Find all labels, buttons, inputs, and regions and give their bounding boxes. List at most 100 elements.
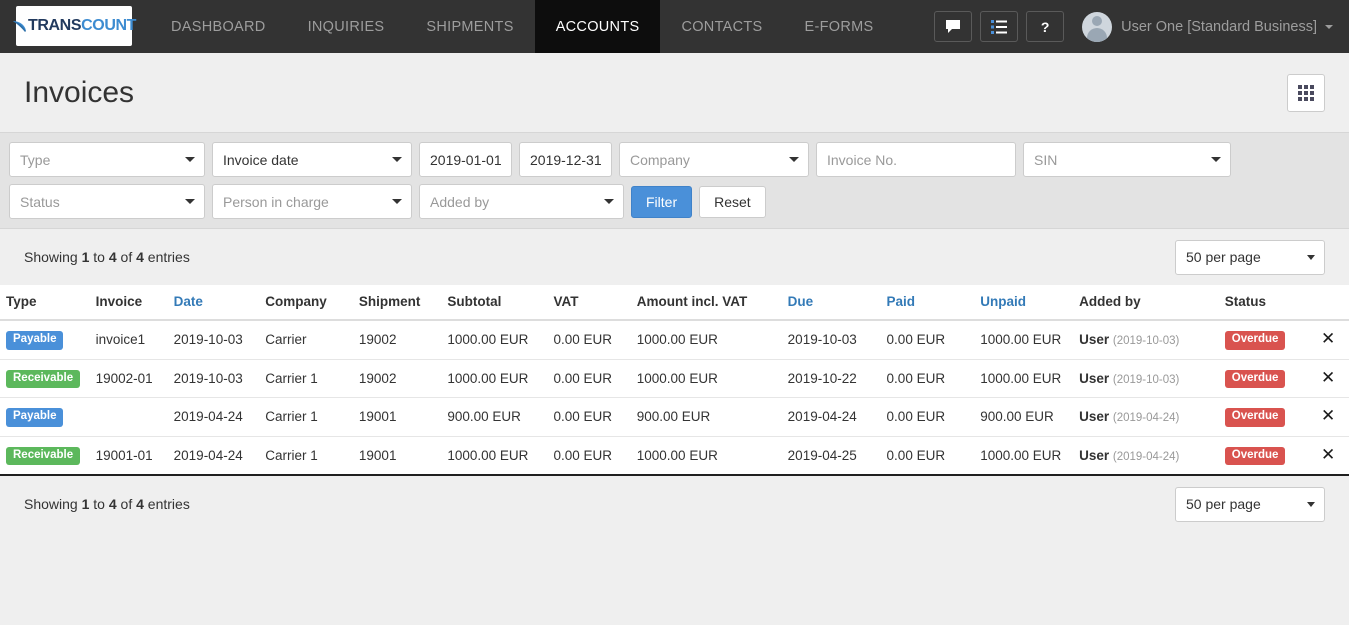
cell-added-by: User (2019-04-24) <box>1073 435 1219 474</box>
cell-type: Payable <box>0 320 90 359</box>
column-header-due[interactable]: Due <box>781 285 881 321</box>
added-by-date: (2019-04-24) <box>1112 412 1180 425</box>
showing-suffix: entries <box>143 249 190 265</box>
cell-due: 2019-10-03 <box>787 332 857 348</box>
sin-select[interactable]: SIN <box>1023 142 1231 177</box>
cell-actions: ✕ <box>1307 435 1349 474</box>
nav-item-accounts[interactable]: ACCOUNTS <box>534 0 661 53</box>
cell-status: Overdue <box>1218 435 1308 474</box>
company-select-value: Company <box>630 151 690 168</box>
table-row[interactable]: Payable invoice1 2019-10-03 Carrier 1900… <box>0 320 1349 359</box>
status-select[interactable]: Status <box>9 184 205 219</box>
notifications-list-button[interactable] <box>980 11 1019 42</box>
column-header-company: Company <box>259 285 353 321</box>
showing-prefix: Showing <box>24 496 82 512</box>
cell-type: Receivable <box>0 358 90 398</box>
avatar-icon <box>1082 11 1113 42</box>
cell-due: 2019-04-25 <box>781 435 881 474</box>
cell-date: 2019-10-03 <box>167 358 260 398</box>
user-menu[interactable]: User One [Standard Business] <box>1080 11 1335 42</box>
showing-mid1: to <box>89 496 109 512</box>
page-empty-space <box>0 532 1349 612</box>
sin-select-value: SIN <box>1034 151 1058 168</box>
delete-icon[interactable]: ✕ <box>1321 329 1335 349</box>
type-badge: Receivable <box>6 369 81 388</box>
column-header-vat: VAT <box>547 285 631 321</box>
reset-button[interactable]: Reset <box>699 185 766 218</box>
cell-shipment: 19001 <box>352 397 442 436</box>
main-nav: DASHBOARD INQUIRIES SHIPMENTS ACCOUNTS C… <box>150 0 895 53</box>
added-by-select[interactable]: Added by <box>419 184 624 219</box>
company-select[interactable]: Company <box>619 142 809 177</box>
table-row[interactable]: Payable 2019-04-24 Carrier 1 19001 900.0… <box>0 397 1349 436</box>
type-select[interactable]: Type <box>9 142 205 177</box>
column-header-date[interactable]: Date <box>167 285 260 321</box>
table-row[interactable]: Receivable 19001-01 2019-04-24 Carrier 1… <box>0 435 1349 474</box>
cell-actions: ✕ <box>1307 358 1349 398</box>
invoice-no-placeholder: Invoice No. <box>827 151 898 168</box>
date-to-input[interactable]: 2019-12-31 <box>519 142 612 177</box>
column-header-unpaid[interactable]: Unpaid <box>974 285 1074 321</box>
column-header-added-by: Added by <box>1073 285 1219 321</box>
invoices-table-body: Payable invoice1 2019-10-03 Carrier 1900… <box>0 320 1349 474</box>
nav-item-dashboard[interactable]: DASHBOARD <box>150 0 287 53</box>
delete-icon[interactable]: ✕ <box>1321 368 1335 388</box>
top-navbar: TRANSCOUNT DASHBOARD INQUIRIES SHIPMENTS… <box>0 0 1349 53</box>
status-badge: Overdue <box>1224 369 1286 388</box>
nav-item-shipments[interactable]: SHIPMENTS <box>405 0 534 53</box>
brand-logo[interactable]: TRANSCOUNT <box>13 6 136 46</box>
cell-company: Carrier <box>265 332 307 348</box>
showing-entries-bottom: Showing 1 to 4 of 4 entries <box>24 496 190 512</box>
nav-item-eforms[interactable]: E-FORMS <box>784 0 895 53</box>
cell-paid: 0.00 EUR <box>880 397 975 436</box>
invoices-table: Type Invoice Date Company Shipment Subto… <box>0 285 1349 474</box>
person-in-charge-select[interactable]: Person in charge <box>212 184 412 219</box>
brand-text-primary: TRANS <box>28 17 82 34</box>
showing-to: 4 <box>108 249 117 265</box>
cell-company: Carrier 1 <box>259 358 353 398</box>
filter-row-1: Type Invoice date 2019-01-01 2019-12-31 … <box>9 142 1340 177</box>
filter-bar: Type Invoice date 2019-01-01 2019-12-31 … <box>0 133 1349 229</box>
column-header-paid[interactable]: Paid <box>880 285 975 321</box>
date-field-select-value: Invoice date <box>223 151 299 168</box>
cell-status: Overdue <box>1218 358 1308 398</box>
showing-total: 4 <box>136 496 144 512</box>
nav-item-inquiries[interactable]: INQUIRIES <box>287 0 406 53</box>
cell-date: 2019-04-24 <box>167 397 260 436</box>
delete-icon[interactable]: ✕ <box>1321 445 1335 465</box>
type-badge: Payable <box>6 408 64 427</box>
per-page-select-top[interactable]: 50 per page <box>1175 239 1325 275</box>
type-badge: Payable <box>6 331 64 350</box>
filter-button[interactable]: Filter <box>631 185 693 218</box>
cell-added-by: User (2019-10-03) <box>1073 320 1219 359</box>
showing-entries-top: Showing 1 to 4 of 4 entries <box>24 249 190 265</box>
navbar-right-tools: ? User One [Standard Business] <box>934 0 1349 53</box>
help-button[interactable]: ? <box>1026 11 1065 42</box>
table-row[interactable]: Receivable 19002-01 2019-10-03 Carrier 1… <box>0 358 1349 398</box>
delete-icon[interactable]: ✕ <box>1321 406 1335 426</box>
cell-actions: ✕ <box>1307 397 1349 436</box>
column-header-invoice: Invoice <box>89 285 168 321</box>
chevron-down-icon <box>1307 501 1315 507</box>
cell-due: 2019-10-22 <box>781 358 881 398</box>
type-badge: Receivable <box>6 446 81 465</box>
cell-unpaid: 900.00 EUR <box>974 397 1074 436</box>
per-page-select-bottom[interactable]: 50 per page <box>1175 486 1325 522</box>
cell-type: Payable <box>0 397 90 436</box>
nav-item-contacts[interactable]: CONTACTS <box>660 0 783 53</box>
cell-type: Receivable <box>0 435 90 474</box>
chevron-down-icon <box>789 157 799 162</box>
cell-due: 2019-04-24 <box>781 397 881 436</box>
grid-view-button[interactable] <box>1287 73 1325 112</box>
invoice-no-input[interactable]: Invoice No. <box>816 142 1016 177</box>
date-field-select[interactable]: Invoice date <box>212 142 412 177</box>
chevron-down-icon <box>1307 254 1315 260</box>
cell-company: Carrier 1 <box>259 435 353 474</box>
chat-button[interactable] <box>934 11 973 42</box>
added-by-user: User <box>1079 409 1110 425</box>
date-from-input[interactable]: 2019-01-01 <box>419 142 512 177</box>
added-by-user: User <box>1079 370 1110 386</box>
cell-vat: 0.00 EUR <box>547 358 631 398</box>
column-header-status: Status <box>1218 285 1308 321</box>
per-page-value-bottom: 50 per page <box>1186 496 1261 512</box>
